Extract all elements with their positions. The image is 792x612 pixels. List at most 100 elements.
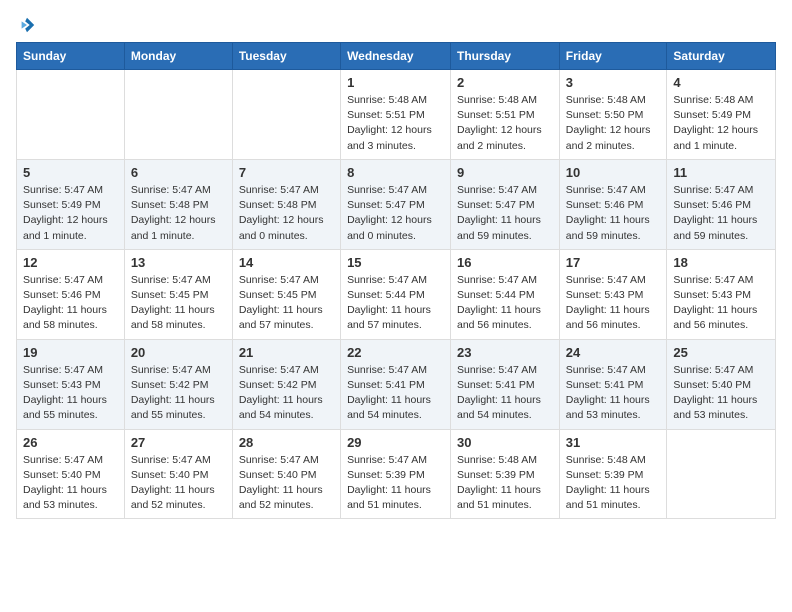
day-number: 5 [23, 165, 118, 180]
day-number: 24 [566, 345, 661, 360]
day-info: Sunrise: 5:47 AM Sunset: 5:40 PM Dayligh… [131, 453, 226, 514]
day-info: Sunrise: 5:48 AM Sunset: 5:51 PM Dayligh… [457, 93, 553, 154]
calendar-cell: 16 Sunrise: 5:47 AM Sunset: 5:44 PM Dayli… [451, 249, 560, 339]
calendar-cell: 21Sunrise: 5:47 AM Sunset: 5:42 PM Dayli… [232, 339, 340, 429]
day-number: 13 [131, 255, 226, 270]
calendar-cell: 26 Sunrise: 5:47 AM Sunset: 5:40 PM Dayli… [17, 429, 125, 519]
day-info: Sunrise: 5:47 AM Sunset: 5:47 PM Dayligh… [457, 183, 553, 244]
calendar-cell: 1 Sunrise: 5:48 AM Sunset: 5:51 PM Daylig… [341, 70, 451, 160]
day-number: 8 [347, 165, 444, 180]
calendar-week-row: 5 Sunrise: 5:47 AM Sunset: 5:49 PM Daylig… [17, 159, 776, 249]
day-info: Sunrise: 5:47 AM Sunset: 5:39 PM Dayligh… [347, 453, 444, 514]
calendar-cell: 20 Sunrise: 5:47 AM Sunset: 5:42 PM Dayli… [124, 339, 232, 429]
day-number: 25 [673, 345, 769, 360]
day-number: 10 [566, 165, 661, 180]
day-number: 30 [457, 435, 553, 450]
day-number: 7 [239, 165, 334, 180]
day-info: Sunrise: 5:48 AM Sunset: 5:51 PM Dayligh… [347, 93, 444, 154]
weekday-header: Thursday [451, 43, 560, 70]
day-number: 22 [347, 345, 444, 360]
calendar-cell: 8Sunrise: 5:47 AM Sunset: 5:47 PM Daylig… [341, 159, 451, 249]
day-info: Sunrise: 5:47 AM Sunset: 5:40 PM Dayligh… [673, 363, 769, 424]
day-info: Sunrise: 5:47 AM Sunset: 5:46 PM Dayligh… [23, 273, 118, 334]
calendar-week-row: 19 Sunrise: 5:47 AM Sunset: 5:43 PM Dayli… [17, 339, 776, 429]
day-info: Sunrise: 5:47 AM Sunset: 5:42 PM Dayligh… [131, 363, 226, 424]
weekday-header: Tuesday [232, 43, 340, 70]
calendar-cell: 3 Sunrise: 5:48 AM Sunset: 5:50 PM Daylig… [559, 70, 667, 160]
day-number: 19 [23, 345, 118, 360]
calendar-cell: 25 Sunrise: 5:47 AM Sunset: 5:40 PM Dayli… [667, 339, 776, 429]
calendar-cell: 6Sunrise: 5:47 AM Sunset: 5:48 PM Daylig… [124, 159, 232, 249]
calendar-cell: 7 Sunrise: 5:47 AM Sunset: 5:48 PM Daylig… [232, 159, 340, 249]
calendar-cell: 29 Sunrise: 5:47 AM Sunset: 5:39 PM Dayli… [341, 429, 451, 519]
day-info: Sunrise: 5:47 AM Sunset: 5:41 PM Dayligh… [347, 363, 444, 424]
day-number: 1 [347, 75, 444, 90]
day-number: 12 [23, 255, 118, 270]
calendar-cell: 2 Sunrise: 5:48 AM Sunset: 5:51 PM Daylig… [451, 70, 560, 160]
calendar-week-row: 1 Sunrise: 5:48 AM Sunset: 5:51 PM Daylig… [17, 70, 776, 160]
day-info: Sunrise: 5:48 AM Sunset: 5:39 PM Dayligh… [457, 453, 553, 514]
day-number: 16 [457, 255, 553, 270]
weekday-header: Wednesday [341, 43, 451, 70]
calendar-cell: 12 Sunrise: 5:47 AM Sunset: 5:46 PM Dayli… [17, 249, 125, 339]
day-info: Sunrise: 5:47 AM Sunset: 5:42 PM Dayligh… [239, 363, 334, 424]
calendar-table: SundayMondayTuesdayWednesdayThursdayFrid… [16, 42, 776, 519]
day-info: Sunrise: 5:48 AM Sunset: 5:39 PM Dayligh… [566, 453, 661, 514]
calendar-cell: 4 Sunrise: 5:48 AM Sunset: 5:49 PM Daylig… [667, 70, 776, 160]
calendar-cell: 27 Sunrise: 5:47 AM Sunset: 5:40 PM Dayli… [124, 429, 232, 519]
calendar-cell [232, 70, 340, 160]
weekday-header: Sunday [17, 43, 125, 70]
day-info: Sunrise: 5:47 AM Sunset: 5:45 PM Dayligh… [239, 273, 334, 334]
calendar-cell: 28Sunrise: 5:47 AM Sunset: 5:40 PM Dayli… [232, 429, 340, 519]
calendar-cell: 30 Sunrise: 5:48 AM Sunset: 5:39 PM Dayli… [451, 429, 560, 519]
day-info: Sunrise: 5:48 AM Sunset: 5:49 PM Dayligh… [673, 93, 769, 154]
day-number: 23 [457, 345, 553, 360]
calendar-cell: 14 Sunrise: 5:47 AM Sunset: 5:45 PM Dayli… [232, 249, 340, 339]
calendar-cell: 11 Sunrise: 5:47 AM Sunset: 5:46 PM Dayli… [667, 159, 776, 249]
weekday-header: Friday [559, 43, 667, 70]
day-info: Sunrise: 5:47 AM Sunset: 5:40 PM Dayligh… [23, 453, 118, 514]
day-number: 3 [566, 75, 661, 90]
day-info: Sunrise: 5:47 AM Sunset: 5:45 PM Dayligh… [131, 273, 226, 334]
calendar-cell: 9 Sunrise: 5:47 AM Sunset: 5:47 PM Daylig… [451, 159, 560, 249]
calendar-cell: 5 Sunrise: 5:47 AM Sunset: 5:49 PM Daylig… [17, 159, 125, 249]
day-number: 20 [131, 345, 226, 360]
day-number: 4 [673, 75, 769, 90]
calendar-cell [667, 429, 776, 519]
calendar-cell [124, 70, 232, 160]
day-number: 2 [457, 75, 553, 90]
calendar-cell: 23Sunrise: 5:47 AM Sunset: 5:41 PM Dayli… [451, 339, 560, 429]
day-info: Sunrise: 5:47 AM Sunset: 5:44 PM Dayligh… [347, 273, 444, 334]
day-info: Sunrise: 5:47 AM Sunset: 5:41 PM Dayligh… [566, 363, 661, 424]
calendar-header-row: SundayMondayTuesdayWednesdayThursdayFrid… [17, 43, 776, 70]
page-header [16, 16, 776, 30]
day-info: Sunrise: 5:47 AM Sunset: 5:40 PM Dayligh… [239, 453, 334, 514]
day-info: Sunrise: 5:47 AM Sunset: 5:48 PM Dayligh… [131, 183, 226, 244]
day-number: 26 [23, 435, 118, 450]
day-info: Sunrise: 5:48 AM Sunset: 5:50 PM Dayligh… [566, 93, 661, 154]
day-info: Sunrise: 5:47 AM Sunset: 5:48 PM Dayligh… [239, 183, 334, 244]
day-number: 9 [457, 165, 553, 180]
calendar-cell: 10 Sunrise: 5:47 AM Sunset: 5:46 PM Dayli… [559, 159, 667, 249]
logo [16, 16, 36, 30]
day-info: Sunrise: 5:47 AM Sunset: 5:46 PM Dayligh… [673, 183, 769, 244]
day-number: 29 [347, 435, 444, 450]
calendar-cell: 13 Sunrise: 5:47 AM Sunset: 5:45 PM Dayli… [124, 249, 232, 339]
day-number: 31 [566, 435, 661, 450]
calendar-week-row: 26 Sunrise: 5:47 AM Sunset: 5:40 PM Dayli… [17, 429, 776, 519]
calendar-cell [17, 70, 125, 160]
day-info: Sunrise: 5:47 AM Sunset: 5:44 PM Dayligh… [457, 273, 553, 334]
day-number: 17 [566, 255, 661, 270]
weekday-header: Monday [124, 43, 232, 70]
day-info: Sunrise: 5:47 AM Sunset: 5:43 PM Dayligh… [23, 363, 118, 424]
day-info: Sunrise: 5:47 AM Sunset: 5:43 PM Dayligh… [673, 273, 769, 334]
calendar-cell: 19 Sunrise: 5:47 AM Sunset: 5:43 PM Dayli… [17, 339, 125, 429]
calendar-cell: 24 Sunrise: 5:47 AM Sunset: 5:41 PM Dayli… [559, 339, 667, 429]
day-number: 14 [239, 255, 334, 270]
day-info: Sunrise: 5:47 AM Sunset: 5:49 PM Dayligh… [23, 183, 118, 244]
day-info: Sunrise: 5:47 AM Sunset: 5:46 PM Dayligh… [566, 183, 661, 244]
logo-icon [18, 16, 36, 34]
calendar-week-row: 12 Sunrise: 5:47 AM Sunset: 5:46 PM Dayli… [17, 249, 776, 339]
day-number: 11 [673, 165, 769, 180]
day-number: 27 [131, 435, 226, 450]
